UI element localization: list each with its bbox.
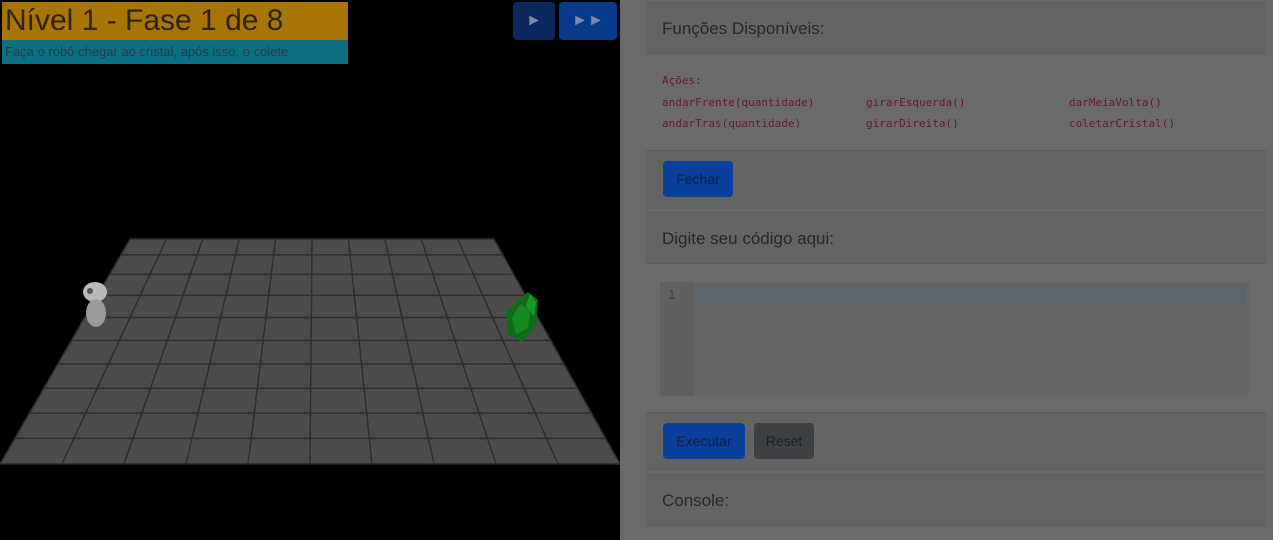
editor-footer: Executar Reset <box>646 412 1266 471</box>
function-coletarCristal: coletarCristal() <box>1069 117 1175 130</box>
function-darMeiaVolta: darMeiaVolta() <box>1069 96 1162 109</box>
console-title: Console: <box>662 491 730 510</box>
line-gutter: 1 <box>660 282 694 396</box>
console-header: Console: <box>646 474 1266 526</box>
editor-title: Digite seu código aqui: <box>662 229 835 248</box>
play-button[interactable]: ► <box>513 2 555 40</box>
run-button[interactable]: Executar <box>663 423 745 459</box>
fast-forward-button[interactable]: ►► <box>559 2 617 40</box>
functions-footer: Fechar <box>646 150 1266 209</box>
functions-header: Funções Disponíveis: <box>646 2 1266 54</box>
code-panel: Funções Disponíveis: Ações: andarFrente(… <box>620 0 1273 540</box>
console-body <box>646 526 1266 540</box>
game-scene <box>0 238 620 465</box>
function-andarTras: andarTras(quantidade) <box>662 117 802 130</box>
close-button[interactable]: Fechar <box>663 161 733 197</box>
function-andarFrente: andarFrente(quantidade) <box>662 96 815 109</box>
actions-label: Ações: <box>662 74 702 87</box>
function-girarDireita: girarDireita() <box>866 117 959 130</box>
level-instructions: Faça o robô chegar ao cristal, após isso… <box>2 40 348 64</box>
functions-title: Funções Disponíveis: <box>662 19 825 38</box>
line-number: 1 <box>668 288 676 302</box>
code-editor[interactable]: 1 <box>660 282 1250 396</box>
game-viewport: Nível 1 - Fase 1 de 8 Faça o robô chegar… <box>0 0 620 540</box>
functions-body: Ações: andarFrente(quantidade) andarTras… <box>646 54 1266 150</box>
level-title: Nível 1 - Fase 1 de 8 <box>2 2 348 40</box>
function-girarEsquerda: girarEsquerda() <box>866 96 966 109</box>
reset-button[interactable]: Reset <box>754 423 814 459</box>
active-line[interactable] <box>694 284 1246 304</box>
editor-header: Digite seu código aqui: <box>646 212 1266 264</box>
